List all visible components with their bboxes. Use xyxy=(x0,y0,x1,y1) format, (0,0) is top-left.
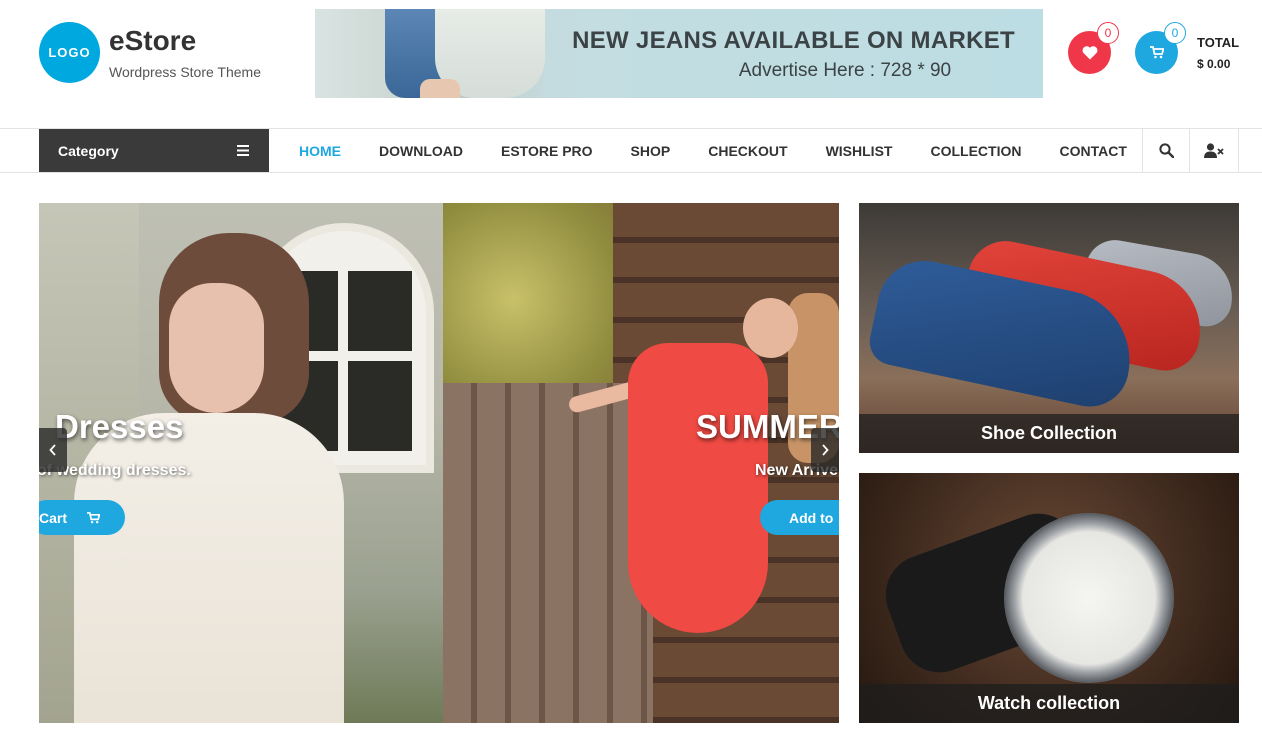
site-title[interactable]: eStore xyxy=(109,25,196,57)
nav-item-wishlist[interactable]: WISHLIST xyxy=(826,143,893,159)
user-x-icon xyxy=(1204,143,1224,158)
promo-shoe-caption: Shoe Collection xyxy=(859,414,1239,453)
nav-menu: HOME DOWNLOAD ESTORE PRO SHOP CHECKOUT W… xyxy=(299,129,1165,172)
account-button[interactable] xyxy=(1189,129,1239,172)
slide-left-button-label: Cart xyxy=(39,509,68,526)
heart-icon xyxy=(1082,46,1097,60)
menu-icon xyxy=(237,145,249,156)
nav-item-collection[interactable]: COLLECTION xyxy=(930,143,1021,159)
cart-icon xyxy=(1149,46,1164,59)
slider-next-button[interactable] xyxy=(811,428,839,472)
category-label: Category xyxy=(58,142,119,159)
promo-shoe-collection[interactable]: Shoe Collection xyxy=(859,203,1239,453)
promo-watch-caption: Watch collection xyxy=(859,684,1239,723)
cart-button[interactable]: 0 xyxy=(1135,22,1186,74)
nav-item-contact[interactable]: CONTACT xyxy=(1059,143,1126,159)
category-menu-toggle[interactable]: Category xyxy=(39,129,269,172)
banner-image xyxy=(315,9,545,98)
nav-item-checkout[interactable]: CHECKOUT xyxy=(708,143,787,159)
hero-slider[interactable]: Dresses of wedding dresses. Cart SUMMER … xyxy=(39,203,839,723)
nav-item-download[interactable]: DOWNLOAD xyxy=(379,143,463,159)
search-button[interactable] xyxy=(1142,129,1189,172)
slide-left-title: Dresses xyxy=(55,408,184,445)
logo-text: LOGO xyxy=(48,45,91,60)
chevron-right-icon xyxy=(822,444,829,456)
slider-prev-button[interactable] xyxy=(39,428,67,472)
wishlist-count-badge: 0 xyxy=(1097,22,1119,44)
promo-watch-collection[interactable]: Watch collection xyxy=(859,473,1239,723)
slide-right-button-label: Add to xyxy=(789,509,834,526)
site-header: LOGO eStore Wordpress Store Theme NEW JE… xyxy=(0,0,1262,128)
site-tagline: Wordpress Store Theme xyxy=(109,64,261,80)
banner-title: NEW JEANS AVAILABLE ON MARKET xyxy=(572,27,1015,54)
cart-count-badge: 0 xyxy=(1164,22,1186,44)
nav-item-shop[interactable]: SHOP xyxy=(631,143,671,159)
nav-item-home[interactable]: HOME xyxy=(299,143,341,159)
chevron-left-icon xyxy=(49,444,56,456)
slide-right-add-to-cart-button[interactable]: Add to xyxy=(760,500,839,535)
banner-subtitle: Advertise Here : 728 * 90 xyxy=(738,60,952,81)
cart-total-label: TOTAL xyxy=(1197,35,1240,50)
main-navigation: Category HOME DOWNLOAD ESTORE PRO SHOP C… xyxy=(0,128,1262,173)
slide-left-cart-button[interactable]: Cart xyxy=(39,500,125,535)
wishlist-button[interactable]: 0 xyxy=(1068,22,1119,74)
cart-total-value: $ 0.00 xyxy=(1197,57,1231,71)
site-logo[interactable]: LOGO xyxy=(39,22,100,83)
nav-item-estore-pro[interactable]: ESTORE PRO xyxy=(501,143,593,159)
cart-icon xyxy=(87,511,101,523)
search-icon xyxy=(1158,143,1174,158)
advertisement-banner[interactable]: NEW JEANS AVAILABLE ON MARKET Advertise … xyxy=(315,9,1043,98)
